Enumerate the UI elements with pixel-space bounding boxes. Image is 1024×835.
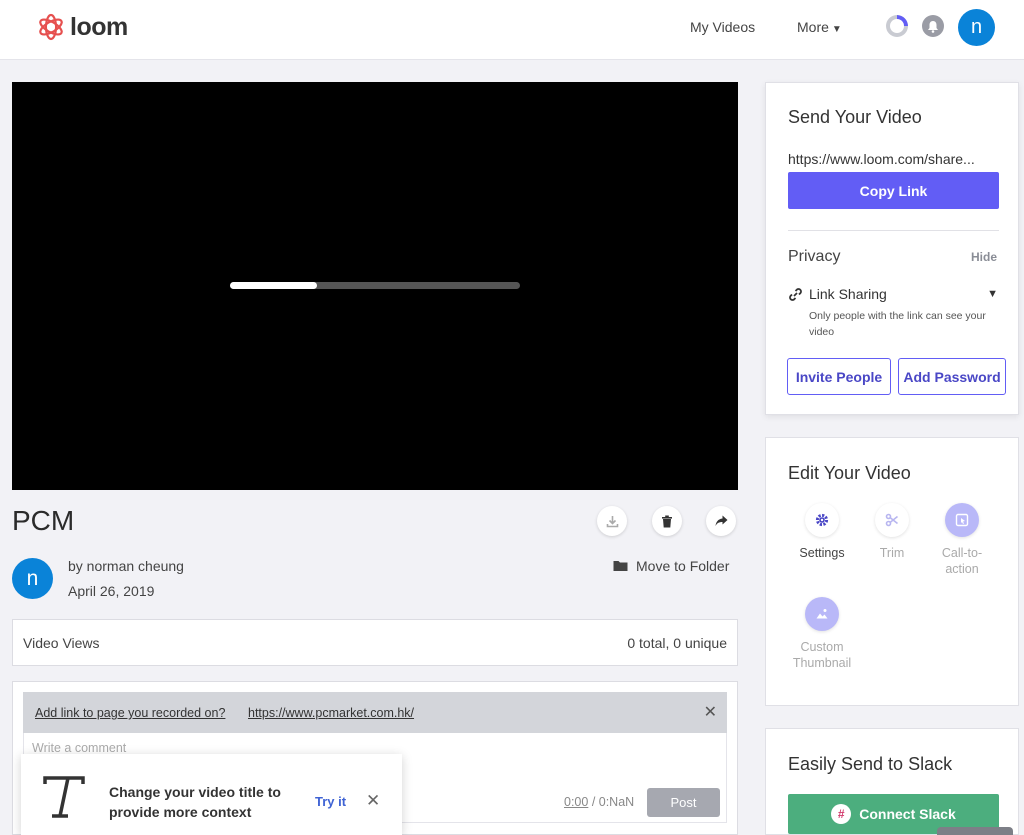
send-video-card: Send Your Video https://www.loom.com/sha… <box>765 82 1019 415</box>
image-icon <box>805 597 839 631</box>
nav-more-menu[interactable]: More ▼ <box>797 19 842 35</box>
bell-icon[interactable] <box>922 15 944 37</box>
slack-card-title: Easily Send to Slack <box>788 754 953 774</box>
hide-privacy-button[interactable]: Hide <box>971 250 997 264</box>
close-icon[interactable]: ✕ <box>704 702 717 722</box>
slack-icon: # <box>831 804 852 824</box>
loom-logo-icon <box>39 13 63 41</box>
custom-thumbnail-label: Custom Thumbnail <box>792 640 852 670</box>
move-to-folder-label: Move to Folder <box>636 558 730 574</box>
nav-more-label: More <box>797 19 829 35</box>
post-comment-button[interactable]: Post <box>647 788 720 817</box>
add-link-banner: Add link to page you recorded on? https:… <box>23 692 727 733</box>
try-it-link[interactable]: Try it <box>315 794 346 809</box>
connect-slack-label: Connect Slack <box>859 806 956 822</box>
loading-progress-bar <box>230 282 520 289</box>
add-link-prompt[interactable]: Add link to page you recorded on? <box>35 706 225 720</box>
video-title[interactable]: PCM <box>12 505 74 537</box>
link-sharing-dropdown[interactable]: Link Sharing <box>788 286 887 302</box>
share-button[interactable] <box>706 506 736 536</box>
recording-time-icon[interactable] <box>886 15 908 37</box>
custom-thumbnail-tool[interactable]: Custom Thumbnail <box>787 597 857 671</box>
edit-video-card: Edit Your Video Settings Trim Call-to-ac… <box>765 437 1019 706</box>
scissors-icon <box>875 503 909 537</box>
video-views-label: Video Views <box>23 635 100 651</box>
download-button[interactable] <box>597 506 627 536</box>
folder-icon <box>613 561 628 571</box>
link-sharing-label: Link Sharing <box>809 286 887 302</box>
owner-name: by norman cheung <box>68 558 184 574</box>
recording-date: April 26, 2019 <box>68 583 155 599</box>
share-url[interactable]: https://www.loom.com/share... <box>788 151 975 167</box>
timestamp-total: / 0:NaN <box>588 795 635 809</box>
trash-icon <box>662 515 672 527</box>
copy-link-button[interactable]: Copy Link <box>788 172 999 209</box>
divider <box>788 230 999 231</box>
call-to-action-tool[interactable]: Call-to-action <box>927 503 997 577</box>
loading-progress-fill <box>230 282 317 289</box>
nav-my-videos[interactable]: My Videos <box>690 19 755 35</box>
delete-button[interactable] <box>652 506 682 536</box>
settings-label: Settings <box>799 546 845 560</box>
logo-text: loom <box>70 12 128 41</box>
trim-tool[interactable]: Trim <box>857 503 927 561</box>
text-cursor-icon <box>43 776 85 818</box>
send-video-title: Send Your Video <box>788 107 922 127</box>
video-player[interactable] <box>12 82 738 490</box>
link-sharing-description: Only people with the link can see your v… <box>809 310 986 338</box>
link-icon <box>789 287 802 301</box>
gear-icon <box>805 503 839 537</box>
add-password-button[interactable]: Add Password <box>898 358 1006 395</box>
recorded-page-link[interactable]: https://www.pcmarket.com.hk/ <box>248 706 414 720</box>
slack-card: Easily Send to Slack # Connect Slack <box>765 728 1019 835</box>
video-views-count: 0 total, 0 unique <box>627 635 727 651</box>
loom-logo[interactable]: loom <box>36 12 128 42</box>
invite-people-button[interactable]: Invite People <box>787 358 891 395</box>
user-avatar[interactable]: n <box>958 9 995 46</box>
privacy-heading: Privacy <box>788 248 841 265</box>
call-to-action-label: Call-to-action <box>941 546 983 576</box>
top-navbar: loom My Videos More ▼ n <box>0 0 1024 60</box>
close-icon[interactable]: ✕ <box>366 791 380 811</box>
trim-label: Trim <box>879 546 905 560</box>
video-views-panel[interactable]: Video Views 0 total, 0 unique <box>12 619 738 666</box>
help-tab[interactable] <box>937 827 1013 835</box>
edit-video-title: Edit Your Video <box>788 463 911 483</box>
settings-tool[interactable]: Settings <box>787 503 857 561</box>
caret-down-icon[interactable]: ▼ <box>987 288 998 300</box>
share-arrow-icon <box>715 515 727 526</box>
move-to-folder-button[interactable]: Move to Folder <box>613 558 729 574</box>
caret-down-icon: ▼ <box>831 24 842 35</box>
toast-message: Change your video title to provide more … <box>109 784 281 820</box>
download-icon <box>606 515 618 527</box>
comment-timestamp[interactable]: 0:00 / 0:NaN <box>564 795 634 809</box>
cursor-click-icon <box>945 503 979 537</box>
timestamp-current: 0:00 <box>564 795 589 809</box>
title-suggestion-toast: Change your video title to provide more … <box>21 754 402 835</box>
owner-avatar[interactable]: n <box>12 558 53 599</box>
